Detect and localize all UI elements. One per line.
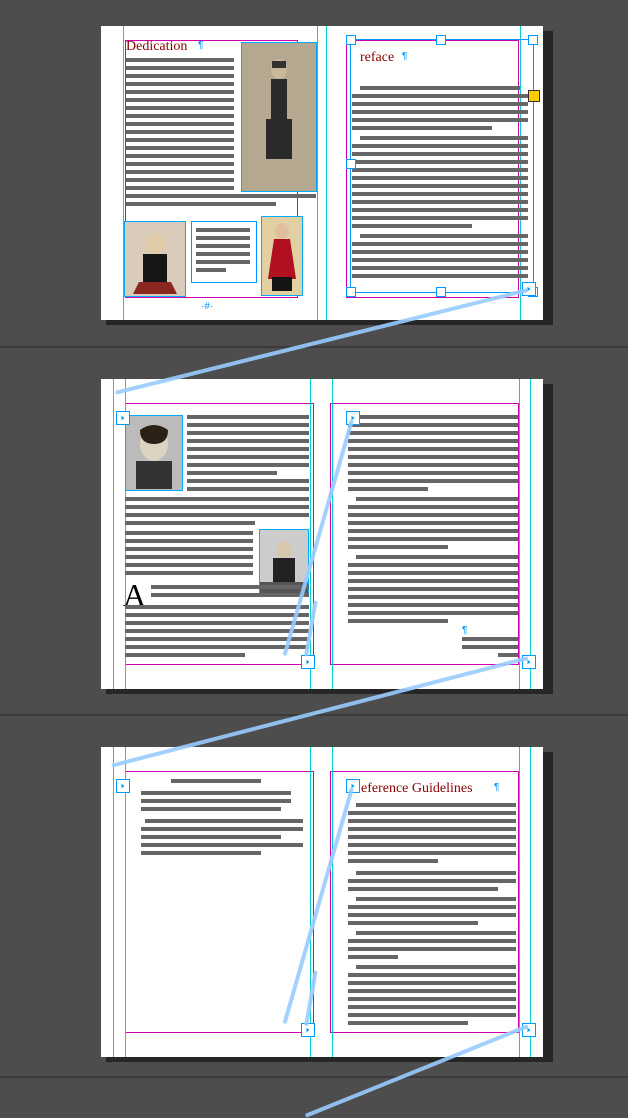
image-woman-bw[interactable] bbox=[125, 415, 183, 491]
sel-handle-s[interactable] bbox=[436, 287, 446, 297]
spread-3: eference Guidelines ¶ bbox=[0, 716, 628, 1076]
guide-v[interactable] bbox=[113, 379, 114, 689]
guide-v[interactable] bbox=[317, 26, 318, 320]
sel-handle-nw[interactable] bbox=[346, 35, 356, 45]
spread-2: A bbox=[0, 348, 628, 714]
caption-frame[interactable] bbox=[191, 221, 257, 283]
guide-v[interactable] bbox=[332, 747, 333, 1057]
image-girl-black[interactable] bbox=[124, 221, 186, 297]
page-1-right[interactable]: reface ¶ bbox=[322, 26, 543, 320]
corner-options-widget[interactable] bbox=[528, 90, 540, 102]
guide-v[interactable] bbox=[530, 747, 531, 1057]
guide-v[interactable] bbox=[326, 26, 327, 320]
guide-v[interactable] bbox=[332, 379, 333, 689]
spread-1: Dedication ¶ bbox=[0, 0, 628, 346]
sel-handle-sw[interactable] bbox=[346, 287, 356, 297]
guide-v[interactable] bbox=[113, 747, 114, 1057]
image-girl-red[interactable] bbox=[261, 216, 303, 296]
out-port-2l[interactable] bbox=[301, 655, 315, 669]
image-man-portrait[interactable] bbox=[241, 42, 317, 192]
sel-handle-n[interactable] bbox=[436, 35, 446, 45]
guide-v[interactable] bbox=[519, 379, 520, 689]
in-port-2l[interactable] bbox=[116, 411, 130, 425]
page-3-right[interactable]: eference Guidelines ¶ bbox=[322, 747, 543, 1057]
guide-v[interactable] bbox=[125, 747, 126, 1057]
in-port-3l[interactable] bbox=[116, 779, 130, 793]
selected-text-frame[interactable] bbox=[350, 39, 534, 293]
pilcrow: ¶ bbox=[198, 40, 203, 51]
pilcrow: ¶ bbox=[462, 625, 467, 636]
pilcrow: ¶ bbox=[494, 782, 499, 793]
heading-reference-guidelines-partial: eference Guidelines bbox=[361, 781, 473, 797]
page-1-left[interactable]: Dedication ¶ bbox=[101, 26, 322, 320]
heading-dedication: Dedication bbox=[126, 39, 187, 55]
guide-v[interactable] bbox=[530, 379, 531, 689]
sel-handle-ne[interactable] bbox=[528, 35, 538, 45]
sel-handle-w[interactable] bbox=[346, 159, 356, 169]
guide-v[interactable] bbox=[519, 747, 520, 1057]
hidden-char: ·#· bbox=[201, 301, 213, 312]
pasteboard-divider bbox=[0, 1076, 628, 1078]
page-2-right[interactable]: ¶ bbox=[322, 379, 543, 689]
